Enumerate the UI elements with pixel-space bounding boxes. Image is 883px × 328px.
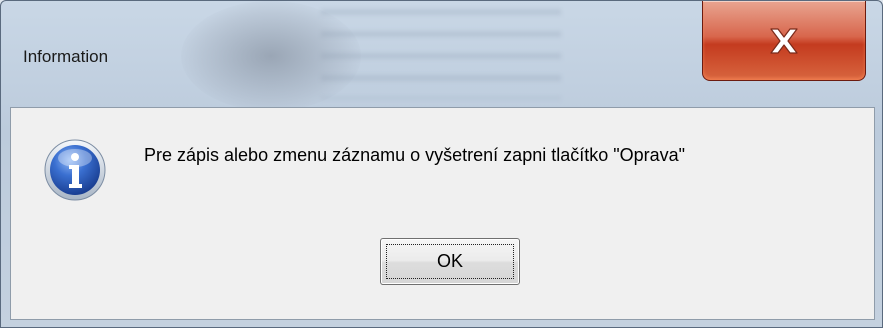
blurred-background-lines [321, 9, 561, 99]
close-button[interactable] [702, 1, 866, 81]
dialog-content: Pre zápis alebo zmenu záznamu o vyšetren… [10, 107, 875, 320]
ok-button[interactable]: OK [380, 238, 520, 285]
dialog-message: Pre zápis alebo zmenu záznamu o vyšetren… [144, 145, 686, 165]
information-icon [44, 139, 106, 201]
ok-button-label: OK [436, 251, 463, 271]
window-title: Information [23, 47, 109, 66]
close-icon [770, 27, 798, 54]
dialog-window: Information Pre zápis alebo zmenu záznam… [0, 0, 883, 328]
